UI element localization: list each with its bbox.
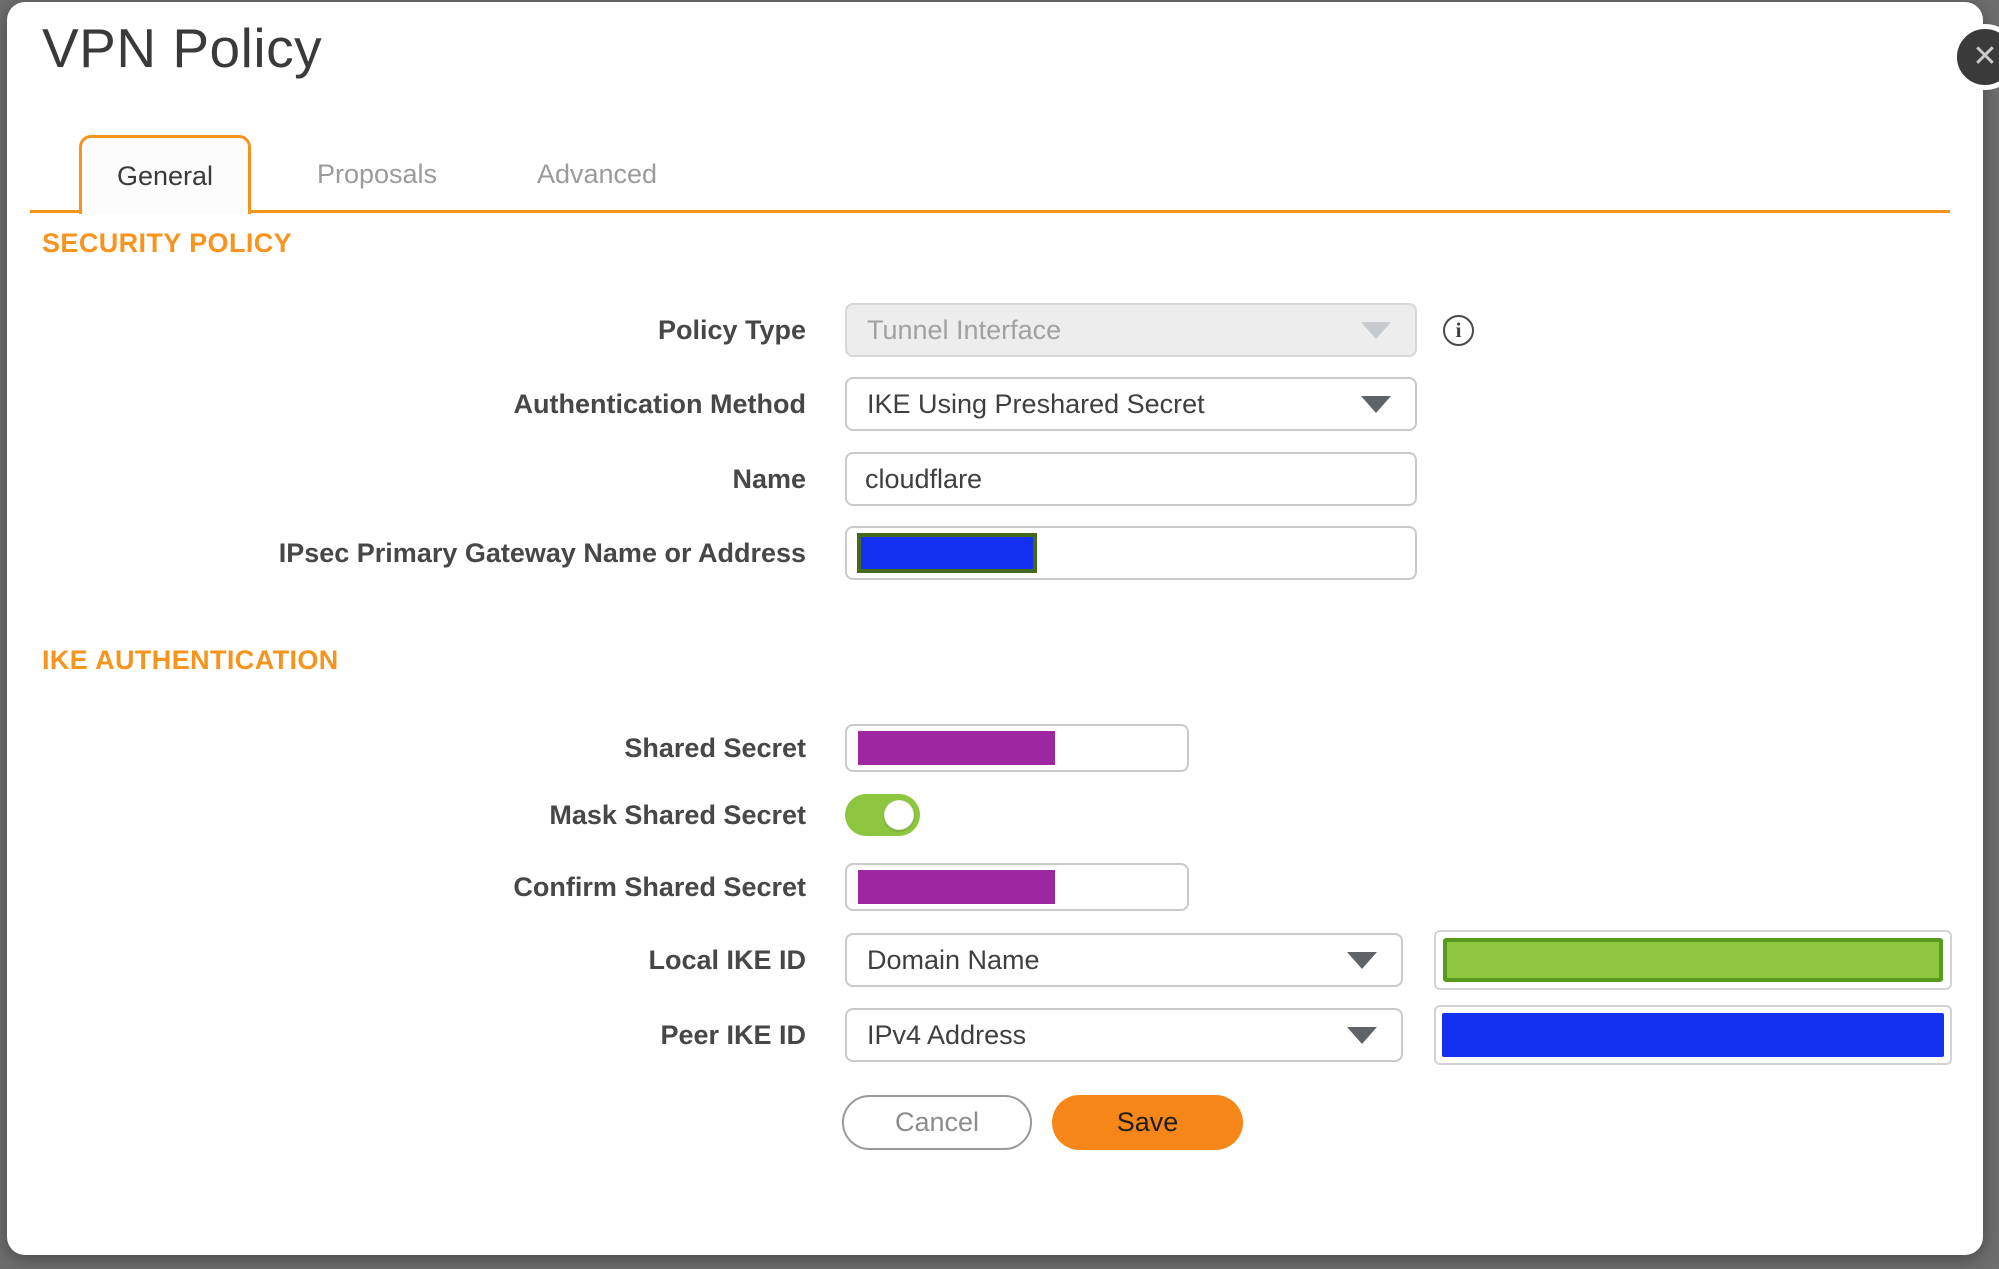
- shared-secret-label: Shared Secret: [624, 732, 806, 763]
- local-ike-id-redacted-value: [1443, 938, 1943, 982]
- dialog-title: VPN Policy: [42, 17, 323, 79]
- cancel-button[interactable]: Cancel: [842, 1095, 1032, 1150]
- peer-ike-id-type: IPv4 Address: [867, 1019, 1027, 1050]
- auth-method-label: Authentication Method: [513, 388, 806, 419]
- confirm-shared-secret-label: Confirm Shared Secret: [513, 871, 806, 902]
- policy-type-row: Policy Type Tunnel Interface i: [7, 303, 1474, 357]
- name-row: Name: [7, 452, 1417, 506]
- mask-shared-secret-row: Mask Shared Secret: [7, 794, 920, 836]
- info-glyph: i: [1455, 317, 1462, 342]
- local-ike-id-type: Domain Name: [867, 944, 1040, 975]
- peer-ike-id-row: Peer IKE ID IPv4 Address: [7, 1005, 1952, 1065]
- section-heading-security-policy: SECURITY POLICY: [42, 228, 293, 258]
- local-ike-id-row: Local IKE ID Domain Name: [7, 930, 1952, 990]
- local-ike-id-label: Local IKE ID: [648, 944, 806, 975]
- save-button[interactable]: Save: [1052, 1095, 1243, 1150]
- tab-general[interactable]: General: [79, 135, 251, 214]
- auth-method-value: IKE Using Preshared Secret: [867, 388, 1205, 419]
- local-ike-id-value-input[interactable]: [1434, 930, 1952, 990]
- shared-secret-row: Shared Secret: [7, 724, 1189, 772]
- chevron-down-icon: [1347, 952, 1377, 969]
- gateway-input[interactable]: [845, 526, 1417, 580]
- chevron-down-icon: [1361, 322, 1391, 339]
- gateway-redacted-value: [857, 533, 1037, 573]
- tab-proposals[interactable]: Proposals: [307, 142, 447, 206]
- confirm-shared-secret-redacted-value: [858, 870, 1055, 904]
- chevron-down-icon: [1347, 1027, 1377, 1044]
- policy-type-value: Tunnel Interface: [867, 314, 1062, 345]
- auth-method-select[interactable]: IKE Using Preshared Secret: [845, 377, 1417, 431]
- mask-shared-secret-label: Mask Shared Secret: [549, 799, 806, 830]
- info-icon[interactable]: i: [1443, 314, 1474, 346]
- peer-ike-id-value-input[interactable]: [1434, 1005, 1952, 1065]
- confirm-shared-secret-input[interactable]: [845, 863, 1189, 911]
- peer-ike-id-label: Peer IKE ID: [660, 1019, 806, 1050]
- auth-method-row: Authentication Method IKE Using Preshare…: [7, 377, 1417, 431]
- policy-type-label: Policy Type: [657, 314, 806, 345]
- confirm-shared-secret-row: Confirm Shared Secret: [7, 863, 1189, 911]
- chevron-down-icon: [1361, 396, 1391, 413]
- peer-ike-id-redacted-value: [1442, 1013, 1944, 1057]
- toggle-knob: [884, 800, 914, 830]
- name-input[interactable]: [845, 452, 1417, 506]
- dialog-actions: Cancel Save: [842, 1095, 1243, 1150]
- section-heading-ike-authentication: IKE AUTHENTICATION: [42, 645, 339, 675]
- shared-secret-input[interactable]: [845, 724, 1189, 772]
- tab-underline: [30, 210, 1950, 213]
- close-icon: ✕: [1972, 40, 1998, 73]
- gateway-label: IPsec Primary Gateway Name or Address: [278, 537, 806, 568]
- peer-ike-id-select[interactable]: IPv4 Address: [845, 1008, 1403, 1062]
- tab-advanced[interactable]: Advanced: [527, 142, 667, 206]
- local-ike-id-select[interactable]: Domain Name: [845, 933, 1403, 987]
- gateway-row: IPsec Primary Gateway Name or Address: [7, 526, 1417, 580]
- mask-shared-secret-toggle[interactable]: [845, 794, 920, 836]
- vpn-policy-dialog: VPN Policy General Proposals Advanced SE…: [7, 2, 1983, 1255]
- shared-secret-redacted-value: [858, 731, 1055, 765]
- policy-type-select[interactable]: Tunnel Interface: [845, 303, 1417, 357]
- name-label: Name: [732, 463, 806, 494]
